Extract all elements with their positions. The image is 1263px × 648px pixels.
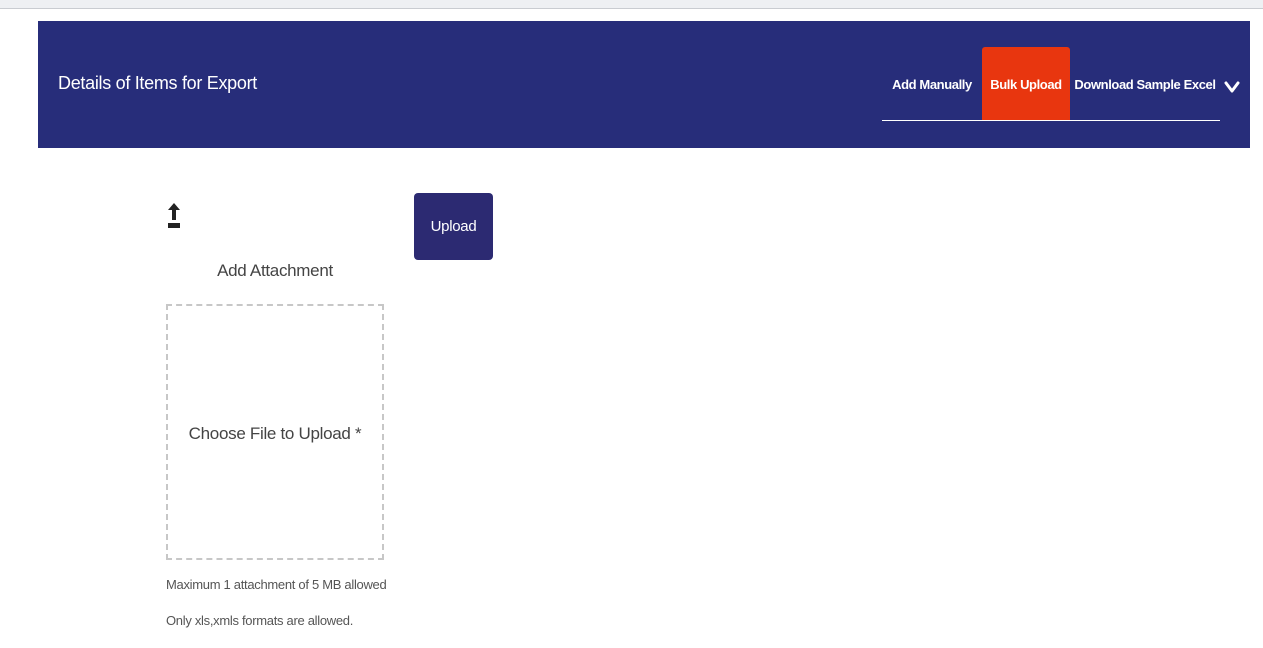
section-title: Details of Items for Export xyxy=(58,73,257,93)
file-size-note: Maximum 1 attachment of 5 MB allowed xyxy=(166,577,387,592)
tab-bulk-upload[interactable]: Bulk Upload xyxy=(982,47,1070,120)
file-format-note: Only xls,xmls formats are allowed. xyxy=(166,613,354,628)
chevron-down-icon[interactable] xyxy=(1224,80,1240,94)
file-dropzone[interactable]: Choose File to Upload * xyxy=(166,304,384,560)
upload-button[interactable]: Upload xyxy=(414,193,493,260)
section-header: Details of Items for Export Add Manually… xyxy=(38,21,1250,148)
dropzone-label: Choose File to Upload * xyxy=(188,424,362,443)
add-attachment-heading: Add Attachment xyxy=(217,261,333,280)
export-items-card: Details of Items for Export Add Manually… xyxy=(38,21,1250,648)
tab-add-manually[interactable]: Add Manually xyxy=(882,47,982,120)
browser-top-strip xyxy=(0,0,1263,9)
upload-mode-tabs: Add Manually Bulk Upload Download Sample… xyxy=(882,47,1220,121)
tab-download-sample-excel[interactable]: Download Sample Excel xyxy=(1070,47,1220,120)
upload-arrow-icon xyxy=(168,203,180,228)
